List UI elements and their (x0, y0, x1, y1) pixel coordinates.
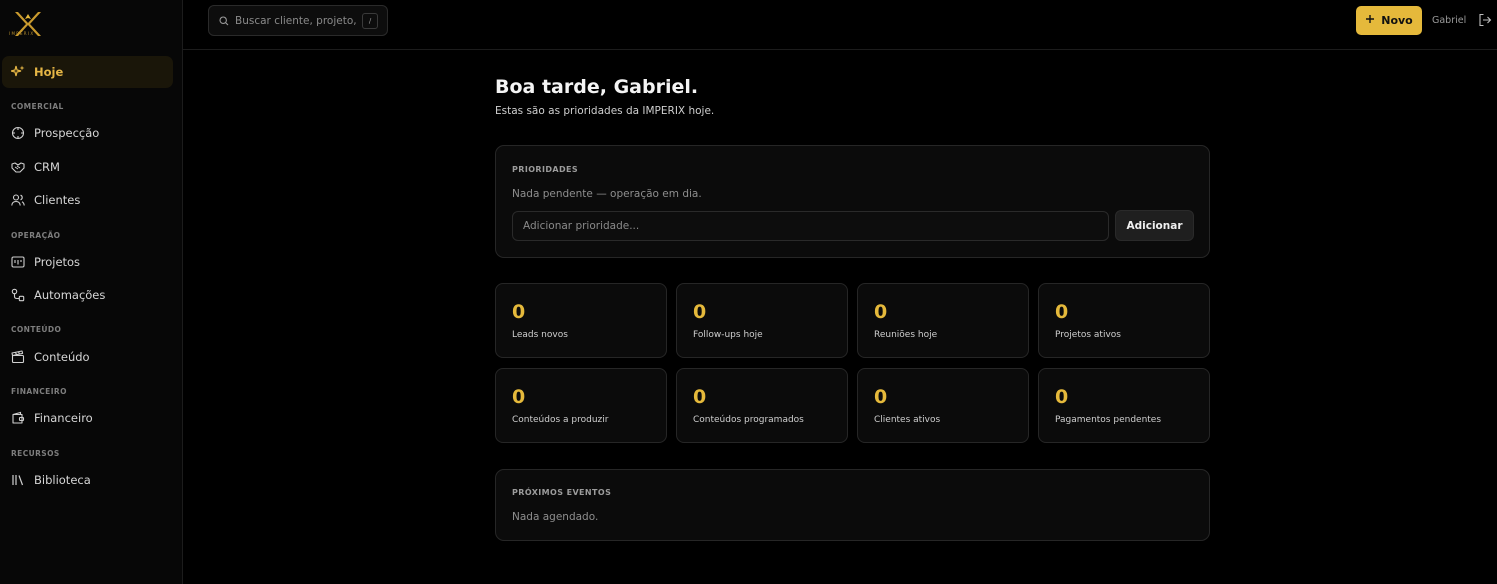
add-priority-input[interactable] (512, 211, 1109, 241)
sidebar-item-clientes[interactable]: Clientes (2, 184, 173, 216)
user-name: Gabriel (1432, 15, 1467, 26)
stat-value: 0 (874, 386, 888, 408)
section-recursos: RECURSOS (11, 449, 60, 458)
search-icon (219, 11, 229, 30)
sidebar-item-automacoes[interactable]: Automações (2, 279, 173, 311)
priorities-title: PRIORIDADES (512, 165, 579, 174)
sidebar-item-label: Automações (34, 288, 106, 302)
sidebar-item-label: Conteúdo (34, 350, 90, 364)
sidebar-item-label: Hoje (34, 65, 64, 79)
stat-label: Conteúdos programados (693, 415, 804, 425)
sidebar-item-conteudo[interactable]: Conteúdo (2, 341, 173, 373)
stat-card-clientes-ativos[interactable]: 0 Clientes ativos (857, 368, 1029, 443)
users-icon (10, 192, 26, 208)
section-comercial: COMERCIAL (11, 102, 64, 111)
stat-card-follow-ups[interactable]: 0 Follow-ups hoje (676, 283, 848, 358)
search-box[interactable]: / (208, 5, 388, 36)
sidebar-item-label: Financeiro (34, 411, 93, 425)
stat-label: Clientes ativos (874, 415, 941, 425)
priorities-empty-text: Nada pendente — operação em dia. (512, 188, 702, 200)
stat-value: 0 (693, 386, 707, 408)
sidebar-item-projetos[interactable]: Projetos (2, 246, 173, 278)
stat-card-conteudos-produzir[interactable]: 0 Conteúdos a produzir (495, 368, 667, 443)
stat-value: 0 (512, 301, 526, 323)
stat-value: 0 (1055, 386, 1069, 408)
stat-value: 0 (874, 301, 888, 323)
page-title: Boa tarde, Gabriel. (495, 76, 699, 98)
stat-label: Projetos ativos (1055, 330, 1121, 340)
stat-label: Follow-ups hoje (693, 330, 763, 340)
sidebar-item-hoje[interactable]: Hoje (2, 56, 173, 88)
sidebar-item-prospeccao[interactable]: Prospecção (2, 117, 173, 149)
page-subtitle: Estas são as prioridades da IMPERIX hoje… (495, 105, 715, 117)
crosshair-icon (10, 125, 26, 141)
stat-label: Pagamentos pendentes (1055, 415, 1162, 425)
topbar: / Novo Gabriel (183, 0, 1497, 50)
sidebar-item-financeiro[interactable]: Financeiro (2, 402, 173, 434)
stat-card-leads-novos[interactable]: 0 Leads novos (495, 283, 667, 358)
priorities-card: PRIORIDADES Nada pendente — operação em … (495, 145, 1210, 258)
clapperboard-icon (10, 349, 26, 365)
logo-wordmark: IMPERIX (9, 31, 35, 36)
sidebar-item-crm[interactable]: CRM (2, 151, 173, 183)
stat-card-projetos-ativos[interactable]: 0 Projetos ativos (1038, 283, 1210, 358)
sidebar: IMPERIX Hoje COMERCIAL Prospecção CRM Cl… (0, 0, 183, 584)
search-shortcut-hint: / (362, 13, 378, 29)
workflow-icon (10, 287, 26, 303)
new-button-label: Novo (1381, 14, 1413, 27)
sidebar-item-label: Projetos (34, 255, 81, 269)
sidebar-item-biblioteca[interactable]: Biblioteca (2, 464, 173, 496)
sidebar-item-label: Biblioteca (34, 473, 91, 487)
stat-value: 0 (1055, 301, 1069, 323)
sidebar-item-label: CRM (34, 160, 60, 174)
sidebar-item-label: Prospecção (34, 126, 100, 140)
section-operacao: OPERAÇÃO (11, 231, 61, 240)
stat-card-conteudos-programados[interactable]: 0 Conteúdos programados (676, 368, 848, 443)
section-conteudo: CONTEÚDO (11, 325, 62, 334)
events-empty-text: Nada agendado. (512, 511, 599, 523)
handshake-icon (10, 159, 26, 175)
stat-label: Reuniões hoje (874, 330, 938, 340)
section-financeiro: FINANCEIRO (11, 387, 67, 396)
plus-icon (1365, 14, 1375, 27)
stat-card-pagamentos-pendentes[interactable]: 0 Pagamentos pendentes (1038, 368, 1210, 443)
stat-label: Leads novos (512, 330, 568, 340)
new-button[interactable]: Novo (1356, 6, 1422, 35)
logout-icon[interactable] (1478, 13, 1492, 27)
add-priority-button[interactable]: Adicionar (1115, 210, 1194, 241)
events-title: PRÓXIMOS EVENTOS (512, 488, 612, 497)
sparkle-icon (10, 64, 26, 80)
wallet-icon (10, 410, 26, 426)
sidebar-item-label: Clientes (34, 193, 81, 207)
stat-card-reunioes[interactable]: 0 Reuniões hoje (857, 283, 1029, 358)
stat-value: 0 (693, 301, 707, 323)
events-card: PRÓXIMOS EVENTOS Nada agendado. (495, 469, 1210, 541)
search-input[interactable] (235, 14, 357, 27)
stat-value: 0 (512, 386, 526, 408)
stat-label: Conteúdos a produzir (512, 415, 609, 425)
library-icon (10, 472, 26, 488)
kanban-icon (10, 254, 26, 270)
